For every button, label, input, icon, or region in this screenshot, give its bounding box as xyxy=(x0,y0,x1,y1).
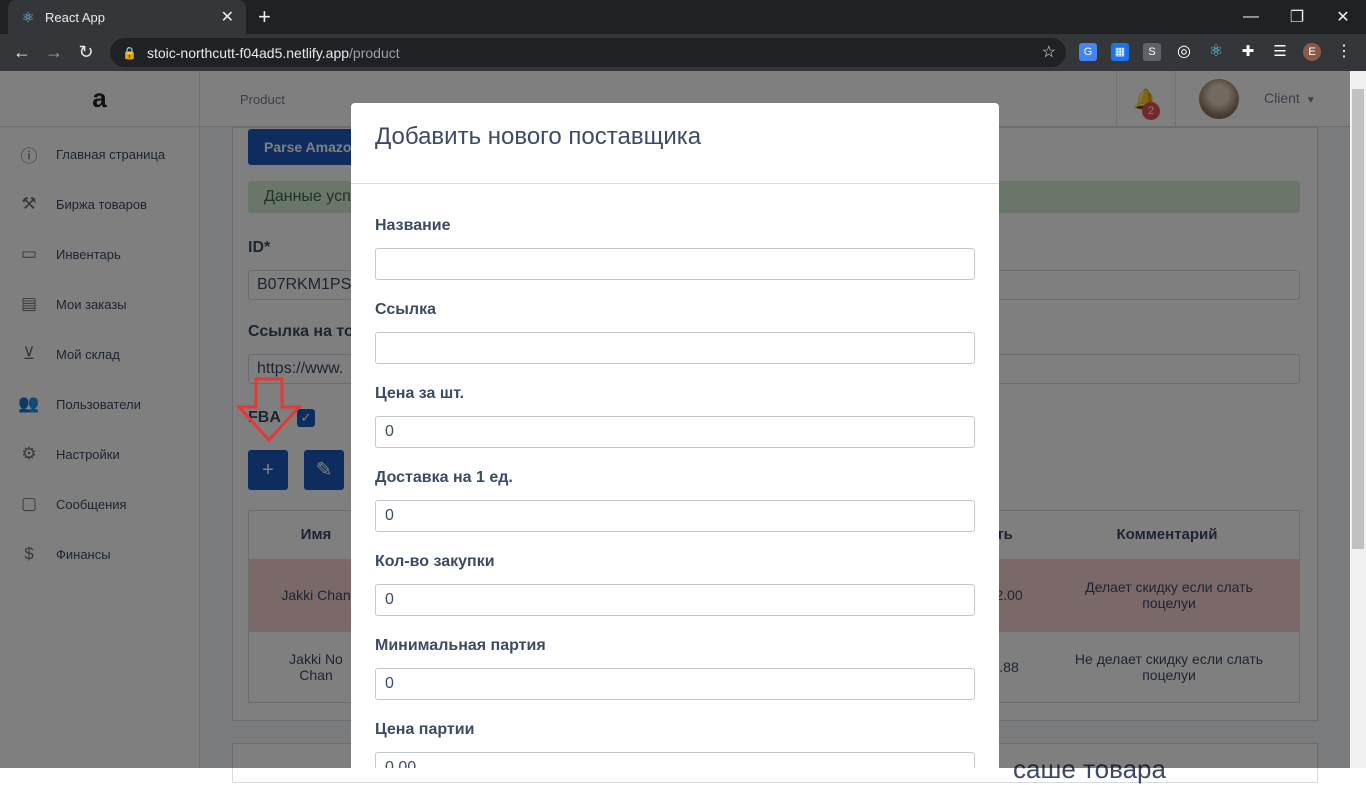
price-per-unit-label: Цена за шт. xyxy=(375,385,465,402)
min-batch-input[interactable]: 0 xyxy=(375,668,975,700)
add-supplier-modal: Добавить нового поставщика Название Ссыл… xyxy=(351,103,999,768)
purchase-quantity-label: Кол-во закупки xyxy=(375,553,495,570)
batch-price-input[interactable]: 0.00 xyxy=(375,752,975,768)
delivery-per-unit-input[interactable]: 0 xyxy=(375,500,975,532)
profile-avatar[interactable]: E xyxy=(1303,43,1321,61)
calendar-extension-icon[interactable]: ▦ xyxy=(1111,43,1129,61)
browser-menu-icon[interactable]: ⋮ xyxy=(1335,43,1353,61)
react-devtools-icon[interactable]: ⚛ xyxy=(1207,43,1225,61)
close-window-button[interactable]: ✕ xyxy=(1320,0,1366,34)
url-host: stoic-northcutt-f04ad5.netlify.app xyxy=(146,44,350,61)
delivery-per-unit-label: Доставка на 1 ед. xyxy=(375,469,513,486)
browser-tab[interactable]: ⚛ React App ✕ xyxy=(8,0,246,34)
purchase-quantity-input[interactable]: 0 xyxy=(375,584,975,616)
link-label: Ссылка xyxy=(375,301,436,318)
s-extension-icon[interactable]: S xyxy=(1143,43,1161,61)
close-tab-icon[interactable]: ✕ xyxy=(221,7,234,27)
arrow-down-annotation-icon xyxy=(236,377,302,443)
target-extension-icon[interactable]: ◎ xyxy=(1175,43,1193,61)
price-per-unit-input[interactable]: 0 xyxy=(375,416,975,448)
batch-price-label: Цена партии xyxy=(375,721,475,738)
forward-icon[interactable]: → xyxy=(42,40,66,64)
browser-toolbar: ← → ↻ 🔒 stoic-northcutt-f04ad5.netlify.a… xyxy=(0,34,1366,71)
name-input[interactable] xyxy=(375,248,975,280)
reading-list-icon[interactable]: ☰ xyxy=(1271,43,1289,61)
browser-tabbar: ⚛ React App ✕ + — ❐ ✕ xyxy=(0,0,1366,34)
modal-header: Добавить нового поставщика xyxy=(351,103,999,184)
lock-icon: 🔒 xyxy=(122,45,137,60)
address-bar[interactable]: 🔒 stoic-northcutt-f04ad5.netlify.app/pro… xyxy=(110,38,1066,67)
back-icon[interactable]: ← xyxy=(10,40,34,64)
url-path: /product xyxy=(349,44,400,61)
link-input[interactable] xyxy=(375,332,975,364)
page-scrollbar[interactable] xyxy=(1350,71,1366,768)
new-tab-button[interactable]: + xyxy=(258,4,271,30)
scrollbar-thumb[interactable] xyxy=(1352,89,1364,549)
maximize-button[interactable]: ❐ xyxy=(1274,0,1320,34)
translate-extension-icon[interactable]: G xyxy=(1079,43,1097,61)
minimize-button[interactable]: — xyxy=(1228,0,1274,34)
name-label: Название xyxy=(375,217,451,234)
react-icon: ⚛ xyxy=(21,9,35,25)
tab-title: React App xyxy=(45,9,105,25)
min-batch-label: Минимальная партия xyxy=(375,637,546,654)
extensions-puzzle-icon[interactable]: ✚ xyxy=(1239,43,1257,61)
modal-title: Добавить нового поставщика xyxy=(375,123,702,150)
reload-icon[interactable]: ↻ xyxy=(74,40,98,64)
bookmark-star-icon[interactable]: ☆ xyxy=(1042,42,1056,62)
